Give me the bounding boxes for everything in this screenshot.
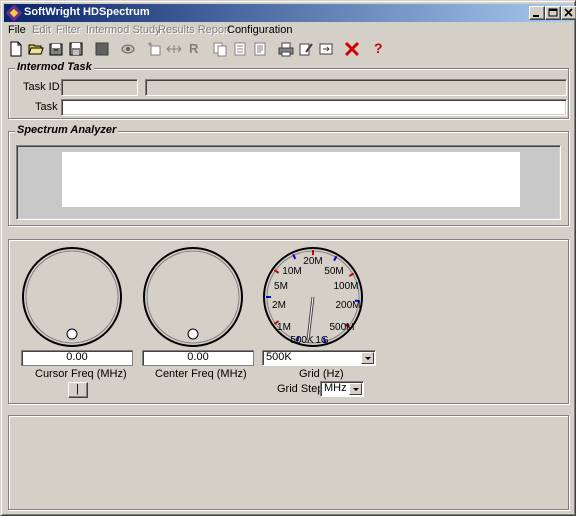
grid-dial-label: 20M xyxy=(303,256,322,267)
edit-pencil-icon xyxy=(299,43,313,56)
grid-dial-label: 100M xyxy=(333,281,358,292)
status-area xyxy=(8,415,569,510)
spectrum-analyzer-group: Spectrum Analyzer xyxy=(8,124,569,226)
disk-open-icon xyxy=(49,43,63,56)
minimize-icon xyxy=(533,15,539,17)
copy-button[interactable] xyxy=(210,40,230,58)
document-button[interactable] xyxy=(230,40,250,58)
maximize-button[interactable] xyxy=(545,6,561,20)
menu-file[interactable]: File xyxy=(8,24,26,36)
new-file-button[interactable] xyxy=(6,40,26,58)
copy-pages-icon xyxy=(213,42,227,57)
window-title: SoftWright HDSpectrum xyxy=(24,6,150,18)
horizontal-arrows-icon xyxy=(166,45,182,53)
menu-configuration[interactable]: Configuration xyxy=(227,24,292,36)
grid-select[interactable]: 500K xyxy=(262,350,376,366)
task-input[interactable] xyxy=(61,99,567,116)
print-preview-button[interactable] xyxy=(118,40,138,58)
close-icon xyxy=(564,8,573,17)
grid-step-label: Grid Step xyxy=(277,383,324,395)
reset-button[interactable]: R xyxy=(184,40,204,58)
cursor-freq-label: Cursor Freq (MHz) xyxy=(35,368,127,380)
menu-filter[interactable]: Filter xyxy=(56,24,80,36)
maximize-icon xyxy=(548,8,558,17)
grid-dial-label: 10M xyxy=(282,266,301,277)
insert-button[interactable] xyxy=(144,40,164,58)
grid-dial-label: 2M xyxy=(272,300,286,311)
cursor-marker-button[interactable]: | xyxy=(68,382,88,398)
grid-dial[interactable]: 500K 1M 2M 5M 10M20M50M 100M 200M 500M1G xyxy=(262,246,364,348)
center-freq-knob[interactable] xyxy=(142,246,244,348)
spectrum-display-frame xyxy=(16,145,561,220)
controls-group: 0.00 Cursor Freq (MHz) | 0.00 Center Fre… xyxy=(8,239,569,404)
cursor-freq-value[interactable]: 0.00 xyxy=(21,350,133,366)
grid-step-value: MHz xyxy=(324,382,347,394)
chevron-down-icon[interactable] xyxy=(361,352,374,364)
grid-dial-label: 1G xyxy=(315,335,329,346)
cursor-freq-knob[interactable] xyxy=(21,246,123,348)
print-button[interactable] xyxy=(276,40,296,58)
export-button[interactable] xyxy=(316,40,336,58)
export-icon xyxy=(319,43,333,55)
red-x-icon xyxy=(344,41,360,57)
document-lines-icon xyxy=(234,42,246,56)
open-folder-button[interactable] xyxy=(26,40,46,58)
stop-square-icon xyxy=(95,42,109,56)
grid-step-select[interactable]: MHz xyxy=(320,381,364,397)
insert-item-icon xyxy=(148,42,161,56)
save-disk-icon xyxy=(69,42,83,56)
intermod-task-title: Intermod Task xyxy=(15,61,94,73)
close-button[interactable] xyxy=(561,6,576,20)
open-folder-icon xyxy=(28,44,44,55)
minimize-button[interactable] xyxy=(529,6,545,20)
expand-range-button[interactable] xyxy=(164,40,184,58)
grid-dial-label: 500M xyxy=(329,322,354,333)
grid-dial-label: 200M xyxy=(335,300,360,311)
question-mark-icon: ? xyxy=(374,40,383,56)
center-freq-label: Center Freq (MHz) xyxy=(155,368,247,380)
grid-dial-label: 1M xyxy=(277,322,291,333)
report-icon xyxy=(254,42,266,56)
new-file-icon xyxy=(10,41,22,57)
chevron-down-icon[interactable] xyxy=(349,383,362,395)
center-freq-value[interactable]: 0.00 xyxy=(142,350,254,366)
open-disk-button[interactable] xyxy=(46,40,66,58)
task-id-label: Task ID: xyxy=(23,81,63,93)
task-label: Task xyxy=(35,101,58,113)
app-logo-icon xyxy=(6,5,22,21)
r-letter-icon: R xyxy=(189,41,199,56)
cursor-marker-icon: | xyxy=(76,383,79,395)
menu-intermod-study[interactable]: Intermod Study xyxy=(86,24,161,36)
spectrum-analyzer-title: Spectrum Analyzer xyxy=(15,124,119,136)
menu-bar: File Edit Filter Intermod Study Results … xyxy=(4,22,573,40)
grid-label: Grid (Hz) xyxy=(299,368,344,380)
grid-dial-label: 500K xyxy=(290,335,314,346)
edit-list-button[interactable] xyxy=(296,40,316,58)
intermod-task-group: Intermod Task Task ID: Task xyxy=(8,61,569,119)
eye-icon xyxy=(121,44,135,54)
grid-dial-label: 50M xyxy=(324,266,343,277)
stop-button[interactable] xyxy=(92,40,112,58)
delete-button[interactable] xyxy=(342,40,362,58)
menu-results-report[interactable]: Results Report xyxy=(158,24,231,36)
title-bar[interactable]: SoftWright HDSpectrum xyxy=(4,4,576,22)
spectrum-display-area[interactable] xyxy=(62,152,520,207)
report-button[interactable] xyxy=(250,40,270,58)
help-button[interactable]: ? xyxy=(368,40,388,58)
app-window: SoftWright HDSpectrum File Edit Filter I… xyxy=(0,0,576,516)
task-id-description-field xyxy=(145,79,567,96)
grid-dial-label: 5M xyxy=(274,281,288,292)
toolbar: R ? xyxy=(4,40,573,60)
grid-select-value: 500K xyxy=(266,351,292,363)
printer-icon xyxy=(278,42,294,57)
task-id-field xyxy=(61,79,138,96)
menu-edit[interactable]: Edit xyxy=(32,24,51,36)
save-button[interactable] xyxy=(66,40,86,58)
